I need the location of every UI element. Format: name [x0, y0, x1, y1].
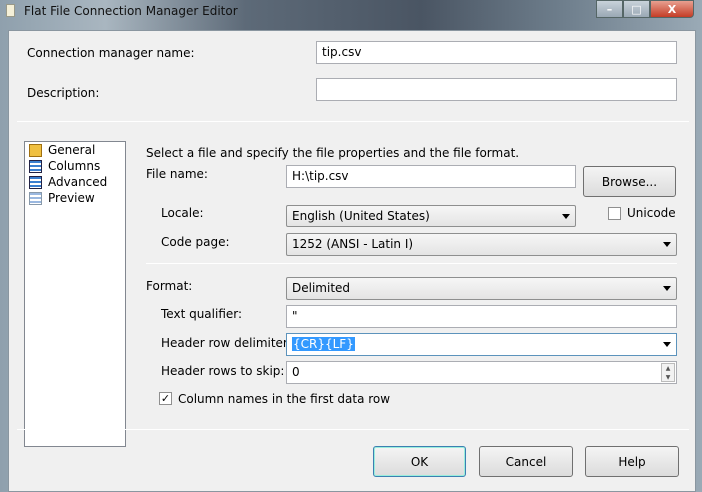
dialog-client: Connection manager name: tip.csv Descrip…	[8, 30, 696, 492]
browse-button[interactable]: Browse...	[583, 166, 676, 197]
chevron-down-icon	[562, 214, 570, 219]
file-name-label: File name:	[146, 167, 208, 181]
header-rows-skip-label: Header rows to skip:	[161, 364, 285, 378]
locale-dropdown[interactable]: English (United States)	[286, 205, 576, 227]
nav-item-advanced[interactable]: Advanced	[25, 174, 125, 190]
maximize-button[interactable]: □	[623, 0, 650, 18]
connection-name-input[interactable]: tip.csv	[316, 41, 677, 64]
unicode-checkbox[interactable]	[608, 207, 621, 220]
locale-label: Locale:	[161, 206, 204, 220]
text-qualifier-label: Text qualifier:	[161, 307, 243, 321]
divider	[17, 429, 689, 430]
text-qualifier-input[interactable]: "	[286, 305, 677, 328]
help-button[interactable]: Help	[585, 446, 679, 477]
divider	[146, 263, 677, 264]
format-label: Format:	[146, 279, 193, 293]
cancel-button[interactable]: Cancel	[479, 446, 573, 477]
app-icon	[6, 4, 15, 17]
header-row-delimiter-label: Header row delimiter:	[161, 336, 292, 350]
nav-item-preview[interactable]: Preview	[25, 190, 125, 206]
chevron-down-icon	[663, 286, 671, 291]
nav-item-general[interactable]: General	[25, 142, 125, 158]
nav-item-columns[interactable]: Columns	[25, 158, 125, 174]
file-name-input[interactable]: H:\tip.csv	[286, 165, 576, 188]
header-rows-skip-value: 0	[292, 365, 300, 379]
connection-name-label: Connection manager name:	[27, 46, 195, 60]
close-button[interactable]: X	[650, 0, 694, 18]
format-dropdown[interactable]: Delimited	[286, 277, 677, 300]
nav-list: General Columns Advanced Preview	[24, 141, 126, 447]
minimize-button[interactable]: –	[596, 0, 623, 18]
preview-icon	[29, 191, 42, 205]
advanced-icon	[29, 175, 42, 189]
code-page-dropdown[interactable]: 1252 (ANSI - Latin I)	[286, 233, 677, 256]
dialog-window: Flat File Connection Manager Editor – □ …	[0, 0, 702, 492]
nav-label: Preview	[48, 191, 95, 205]
header-row-delimiter-combobox[interactable]: {CR}{LF}	[286, 333, 677, 356]
window-title: Flat File Connection Manager Editor	[24, 4, 238, 18]
divider	[17, 121, 689, 122]
chevron-down-icon	[663, 342, 671, 347]
instruction-text: Select a file and specify the file prope…	[146, 146, 520, 160]
nav-label: General	[48, 143, 96, 157]
nav-label: Columns	[48, 159, 101, 173]
code-page-value: 1252 (ANSI - Latin I)	[292, 237, 414, 251]
column-names-checkbox[interactable]: ✓	[159, 392, 172, 405]
header-rows-skip-stepper[interactable]: 0 ▲ ▼	[286, 361, 677, 384]
description-label: Description:	[27, 86, 100, 100]
column-names-label: Column names in the first data row	[178, 392, 391, 406]
nav-label: Advanced	[48, 175, 108, 189]
locale-value: English (United States)	[292, 209, 430, 223]
description-input[interactable]	[316, 78, 677, 101]
columns-icon	[29, 159, 42, 173]
unicode-label: Unicode	[627, 206, 676, 220]
code-page-label: Code page:	[161, 235, 230, 249]
chevron-down-icon	[663, 242, 671, 247]
general-icon	[29, 143, 42, 157]
ok-button[interactable]: OK	[373, 446, 466, 477]
header-row-delimiter-value: {CR}{LF}	[292, 337, 355, 351]
spin-buttons[interactable]: ▲ ▼	[661, 363, 675, 382]
format-value: Delimited	[292, 281, 351, 295]
